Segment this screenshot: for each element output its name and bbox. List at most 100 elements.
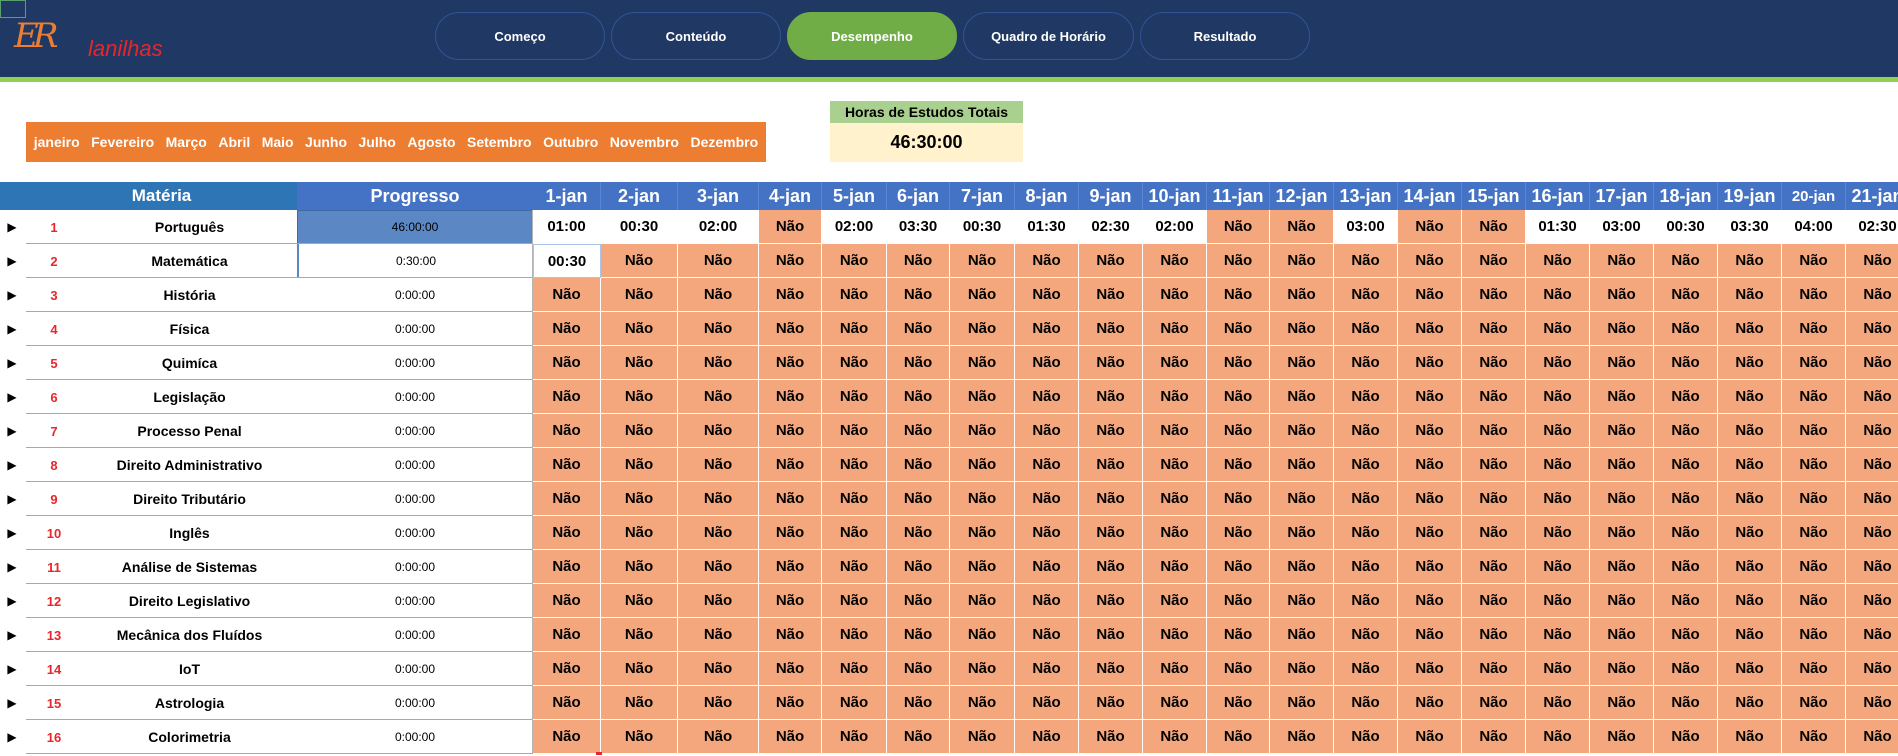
day-cell-time[interactable]: 01:30 xyxy=(1015,210,1079,244)
row-expand-icon[interactable]: ▶ xyxy=(4,244,20,278)
row-expand-icon[interactable]: ▶ xyxy=(4,278,20,312)
day-cell-no[interactable]: Não xyxy=(759,686,822,720)
day-cell-no[interactable]: Não xyxy=(1398,652,1462,686)
day-cell-no[interactable]: Não xyxy=(1270,380,1334,414)
nav-button-conte-do[interactable]: Conteúdo xyxy=(611,12,781,60)
row-expand-icon[interactable]: ▶ xyxy=(4,686,20,720)
day-cell-no[interactable]: Não xyxy=(1334,346,1398,380)
day-cell-no[interactable]: Não xyxy=(533,482,601,516)
day-cell-no[interactable]: Não xyxy=(1207,652,1270,686)
day-cell-no[interactable]: Não xyxy=(950,720,1015,754)
day-cell-no[interactable]: Não xyxy=(950,278,1015,312)
day-cell-no[interactable]: Não xyxy=(950,686,1015,720)
day-cell-no[interactable]: Não xyxy=(678,244,759,278)
nav-button-come-o[interactable]: Começo xyxy=(435,12,605,60)
day-cell-no[interactable]: Não xyxy=(887,584,950,618)
day-cell-no[interactable]: Não xyxy=(1270,618,1334,652)
subject-name[interactable]: IoT xyxy=(82,652,297,686)
day-cell-no[interactable]: Não xyxy=(601,652,678,686)
day-cell-time[interactable]: 03:00 xyxy=(1590,210,1654,244)
day-cell-no[interactable]: Não xyxy=(1718,346,1782,380)
day-cell-no[interactable]: Não xyxy=(1526,720,1590,754)
day-cell-no[interactable]: Não xyxy=(1526,380,1590,414)
day-cell-no[interactable]: Não xyxy=(533,618,601,652)
day-cell-no[interactable]: Não xyxy=(887,312,950,346)
day-cell-no[interactable]: Não xyxy=(1846,244,1898,278)
day-cell-no[interactable]: Não xyxy=(601,244,678,278)
row-expand-icon[interactable]: ▶ xyxy=(4,448,20,482)
day-cell-no[interactable]: Não xyxy=(1590,482,1654,516)
day-cell-no[interactable]: Não xyxy=(759,346,822,380)
day-cell-time[interactable]: 00:30 xyxy=(950,210,1015,244)
day-cell-no[interactable]: Não xyxy=(1654,686,1718,720)
day-cell-no[interactable]: Não xyxy=(1526,244,1590,278)
day-cell-no[interactable]: Não xyxy=(822,244,887,278)
day-cell-no[interactable]: Não xyxy=(1590,244,1654,278)
day-cell-no[interactable]: Não xyxy=(1782,414,1846,448)
day-cell-no[interactable]: Não xyxy=(1207,278,1270,312)
day-cell-time[interactable]: 00:30 xyxy=(533,244,601,278)
day-cell-no[interactable]: Não xyxy=(1654,278,1718,312)
day-cell-no[interactable]: Não xyxy=(1270,720,1334,754)
day-cell-no[interactable]: Não xyxy=(1526,482,1590,516)
day-cell-no[interactable]: Não xyxy=(1590,278,1654,312)
day-cell-no[interactable]: Não xyxy=(1782,516,1846,550)
subject-name[interactable]: Colorimetria xyxy=(82,720,297,754)
day-cell-no[interactable]: Não xyxy=(1143,346,1207,380)
day-cell-no[interactable]: Não xyxy=(1143,686,1207,720)
subject-name[interactable]: Inglês xyxy=(82,516,297,550)
day-cell-no[interactable]: Não xyxy=(1590,550,1654,584)
day-cell-no[interactable]: Não xyxy=(1143,618,1207,652)
row-expand-icon[interactable]: ▶ xyxy=(4,584,20,618)
day-cell-no[interactable]: Não xyxy=(1079,312,1143,346)
day-cell-no[interactable]: Não xyxy=(1654,618,1718,652)
day-cell-no[interactable]: Não xyxy=(1846,414,1898,448)
day-cell-no[interactable]: Não xyxy=(601,516,678,550)
day-cell-no[interactable]: Não xyxy=(1590,312,1654,346)
day-cell-no[interactable]: Não xyxy=(1334,278,1398,312)
day-cell-no[interactable]: Não xyxy=(1143,720,1207,754)
month-agosto[interactable]: Agosto xyxy=(407,134,455,150)
day-cell-no[interactable]: Não xyxy=(950,448,1015,482)
day-cell-no[interactable]: Não xyxy=(1846,584,1898,618)
row-expand-icon[interactable]: ▶ xyxy=(4,516,20,550)
subject-name[interactable]: Análise de Sistemas xyxy=(82,550,297,584)
day-cell-no[interactable]: Não xyxy=(1846,482,1898,516)
day-cell-no[interactable]: Não xyxy=(1782,244,1846,278)
day-cell-no[interactable]: Não xyxy=(1015,448,1079,482)
day-cell-no[interactable]: Não xyxy=(1207,210,1270,244)
day-cell-no[interactable]: Não xyxy=(1590,652,1654,686)
day-cell-no[interactable]: Não xyxy=(601,380,678,414)
subject-name[interactable]: Legislação xyxy=(82,380,297,414)
day-cell-no[interactable]: Não xyxy=(1718,312,1782,346)
day-cell-no[interactable]: Não xyxy=(1526,652,1590,686)
day-cell-no[interactable]: Não xyxy=(1654,244,1718,278)
day-cell-no[interactable]: Não xyxy=(1079,278,1143,312)
day-cell-no[interactable]: Não xyxy=(678,448,759,482)
day-cell-no[interactable]: Não xyxy=(1079,618,1143,652)
day-cell-no[interactable]: Não xyxy=(1270,550,1334,584)
day-cell-no[interactable]: Não xyxy=(1079,448,1143,482)
day-cell-no[interactable]: Não xyxy=(1846,618,1898,652)
day-cell-no[interactable]: Não xyxy=(1334,550,1398,584)
day-cell-no[interactable]: Não xyxy=(1270,516,1334,550)
day-cell-no[interactable]: Não xyxy=(1654,482,1718,516)
day-cell-no[interactable]: Não xyxy=(601,550,678,584)
day-cell-no[interactable]: Não xyxy=(1782,312,1846,346)
day-cell-no[interactable]: Não xyxy=(678,516,759,550)
day-cell-no[interactable]: Não xyxy=(1143,278,1207,312)
day-cell-no[interactable]: Não xyxy=(1654,414,1718,448)
day-cell-no[interactable]: Não xyxy=(1590,448,1654,482)
day-cell-no[interactable]: Não xyxy=(1015,652,1079,686)
day-cell-no[interactable]: Não xyxy=(1270,312,1334,346)
day-cell-no[interactable]: Não xyxy=(1207,720,1270,754)
day-cell-no[interactable]: Não xyxy=(1590,686,1654,720)
day-cell-no[interactable]: Não xyxy=(759,584,822,618)
day-cell-no[interactable]: Não xyxy=(759,618,822,652)
day-cell-no[interactable]: Não xyxy=(1398,584,1462,618)
day-cell-no[interactable]: Não xyxy=(1143,584,1207,618)
day-cell-no[interactable]: Não xyxy=(822,380,887,414)
day-cell-no[interactable]: Não xyxy=(1079,414,1143,448)
day-cell-time[interactable]: 02:30 xyxy=(1079,210,1143,244)
row-expand-icon[interactable]: ▶ xyxy=(4,414,20,448)
